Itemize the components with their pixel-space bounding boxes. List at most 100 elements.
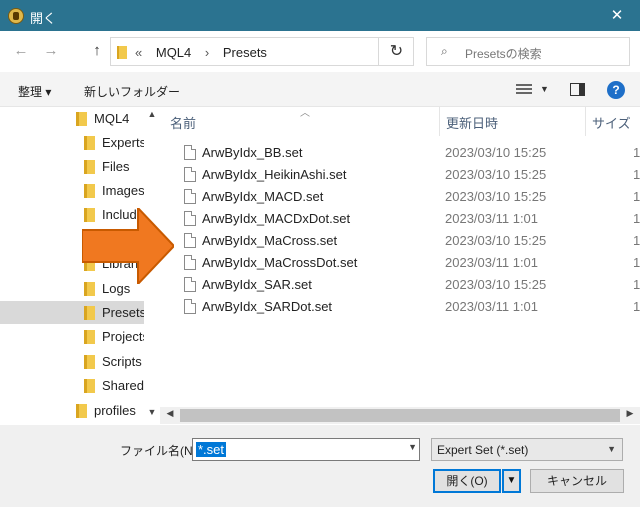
file-name: ArwByIdx_SARDot.set bbox=[202, 299, 333, 314]
sidebar-item-files[interactable]: Files bbox=[0, 155, 144, 178]
file-size: 1 bbox=[633, 233, 640, 248]
sidebar-item-presets[interactable]: Presets bbox=[0, 301, 144, 324]
new-folder-button[interactable]: 新しいフォルダー bbox=[84, 83, 180, 100]
file-row[interactable]: ArwByIdx_MACD.set 2023/03/10 15:25 1 bbox=[160, 186, 640, 208]
file-date: 2023/03/10 15:25 bbox=[445, 277, 547, 292]
horizontal-scrollbar[interactable]: ◀ ▶ bbox=[160, 407, 640, 424]
navigation-bar: ← → ↑ « MQL4 › Presets ↻ ⌕ Presetsの検索 bbox=[0, 31, 640, 72]
search-icon: ⌕ bbox=[441, 44, 448, 58]
file-icon bbox=[184, 145, 196, 160]
up-button[interactable]: ↑ bbox=[88, 42, 106, 60]
scroll-up-icon[interactable]: ▲ bbox=[144, 109, 160, 123]
folder-icon bbox=[84, 330, 95, 344]
file-name: ArwByIdx_MACD.set bbox=[202, 189, 324, 204]
command-bar: 整理 ▾ 新しいフォルダー ▼ ? bbox=[0, 72, 640, 107]
folder-icon bbox=[76, 404, 87, 418]
file-name: ArwByIdx_MaCrossDot.set bbox=[202, 255, 358, 270]
open-options-button[interactable]: ▼ bbox=[502, 469, 521, 493]
breadcrumb-separator: › bbox=[204, 45, 210, 60]
sidebar-item-images[interactable]: Images bbox=[0, 179, 144, 202]
preview-pane-icon[interactable] bbox=[570, 83, 585, 96]
file-size: 1 bbox=[633, 277, 640, 292]
filename-label: ファイル名(N): bbox=[120, 444, 200, 458]
sidebar-item-label: Presets bbox=[102, 305, 144, 320]
breadcrumb-item-mql4[interactable]: MQL4 bbox=[156, 45, 191, 60]
file-name: ArwByIdx_HeikinAshi.set bbox=[202, 167, 347, 182]
sidebar-item-label: Images bbox=[102, 183, 144, 198]
file-row[interactable]: ArwByIdx_SAR.set 2023/03/10 15:25 1 bbox=[160, 274, 640, 296]
file-date: 2023/03/11 1:01 bbox=[445, 255, 539, 270]
folder-icon bbox=[117, 46, 127, 59]
sidebar-item-scripts[interactable]: Scripts bbox=[0, 350, 144, 373]
sidebar-item-label: Scripts bbox=[102, 354, 142, 369]
file-size: 1 bbox=[633, 189, 640, 204]
title-bar: 開く ✕ bbox=[0, 0, 640, 31]
sidebar-item-label: Experts bbox=[102, 135, 144, 150]
column-header-label: サイズ bbox=[592, 116, 631, 131]
close-button[interactable]: ✕ bbox=[594, 0, 640, 31]
column-header-date[interactable]: 更新日時 bbox=[440, 107, 586, 136]
file-date: 2023/03/11 1:01 bbox=[445, 299, 539, 314]
file-date: 2023/03/10 15:25 bbox=[445, 145, 547, 160]
folder-icon bbox=[84, 306, 95, 320]
sidebar-item-label: MQL4 bbox=[94, 111, 130, 126]
chevron-down-icon[interactable]: ▼ bbox=[540, 84, 549, 94]
chevron-down-icon[interactable]: ▼ bbox=[408, 442, 417, 452]
file-row[interactable]: ArwByIdx_MACDxDot.set 2023/03/11 1:01 1 bbox=[160, 208, 640, 230]
scroll-down-icon[interactable]: ▼ bbox=[144, 407, 160, 421]
help-icon[interactable]: ? bbox=[607, 81, 625, 99]
file-icon bbox=[184, 233, 196, 248]
forward-button[interactable]: → bbox=[42, 42, 60, 60]
filename-value: *.set bbox=[196, 442, 227, 457]
sidebar-item-label: Shared bbox=[102, 378, 144, 393]
sidebar-item-shared[interactable]: Shared bbox=[0, 374, 144, 397]
column-header-label: 名前 bbox=[170, 116, 197, 131]
file-row[interactable]: ArwByIdx_MaCross.set 2023/03/10 15:25 1 bbox=[160, 230, 640, 252]
chevron-down-icon[interactable]: ▼ bbox=[607, 444, 616, 454]
file-name: ArwByIdx_MaCross.set bbox=[202, 233, 338, 248]
column-header-size[interactable]: サイズ bbox=[586, 107, 640, 136]
folder-icon bbox=[84, 184, 95, 198]
file-icon bbox=[184, 299, 196, 314]
breadcrumb-item-presets[interactable]: Presets bbox=[223, 45, 267, 60]
search-box[interactable]: ⌕ Presetsの検索 bbox=[426, 37, 630, 66]
sort-arrow-icon: ︿ bbox=[300, 108, 310, 119]
view-options-icon[interactable] bbox=[516, 84, 532, 96]
back-button[interactable]: ← bbox=[12, 42, 30, 60]
file-size: 1 bbox=[633, 299, 640, 314]
sidebar-item-profiles[interactable]: profiles bbox=[0, 399, 144, 422]
search-placeholder: Presetsの検索 bbox=[465, 47, 542, 61]
column-header-label: 更新日時 bbox=[446, 116, 499, 131]
file-icon bbox=[184, 255, 196, 270]
folder-icon bbox=[84, 160, 95, 174]
breadcrumb: « MQL4 › Presets bbox=[135, 45, 277, 60]
scrollbar-thumb[interactable] bbox=[180, 409, 620, 422]
sidebar-item-label: profiles bbox=[94, 403, 136, 418]
scroll-left-icon[interactable]: ◀ bbox=[162, 408, 178, 423]
file-size: 1 bbox=[633, 167, 640, 182]
column-header-name[interactable]: ︿ 名前 bbox=[160, 107, 440, 136]
sidebar-item-mql4[interactable]: MQL4 bbox=[0, 107, 144, 130]
sidebar-item-projects[interactable]: Projects bbox=[0, 325, 144, 348]
address-bar[interactable]: « MQL4 › Presets bbox=[110, 37, 414, 66]
folder-icon bbox=[84, 355, 95, 369]
file-icon bbox=[184, 167, 196, 182]
filename-input[interactable]: *.set ▼ bbox=[192, 438, 420, 461]
organize-button[interactable]: 整理 ▾ bbox=[18, 83, 51, 100]
file-row[interactable]: ArwByIdx_BB.set 2023/03/10 15:25 1 bbox=[160, 142, 640, 164]
scroll-right-icon[interactable]: ▶ bbox=[622, 408, 638, 423]
breadcrumb-overflow[interactable]: « bbox=[135, 45, 142, 60]
file-row[interactable]: ArwByIdx_SARDot.set 2023/03/11 1:01 1 bbox=[160, 296, 640, 318]
sidebar-item-label: Files bbox=[102, 159, 130, 174]
annotation-arrow-icon bbox=[82, 208, 174, 284]
file-icon bbox=[184, 189, 196, 204]
cancel-button[interactable]: キャンセル bbox=[530, 469, 624, 493]
sidebar-item-experts[interactable]: Experts bbox=[0, 131, 144, 154]
file-size: 1 bbox=[633, 145, 640, 160]
open-button[interactable]: 開く(O) bbox=[433, 469, 501, 493]
refresh-button[interactable]: ↻ bbox=[378, 37, 414, 66]
file-row[interactable]: ArwByIdx_HeikinAshi.set 2023/03/10 15:25… bbox=[160, 164, 640, 186]
file-type-select[interactable]: Expert Set (*.set) ▼ bbox=[431, 438, 623, 461]
file-row[interactable]: ArwByIdx_MaCrossDot.set 2023/03/11 1:01 … bbox=[160, 252, 640, 274]
window-title: 開く bbox=[30, 11, 57, 26]
